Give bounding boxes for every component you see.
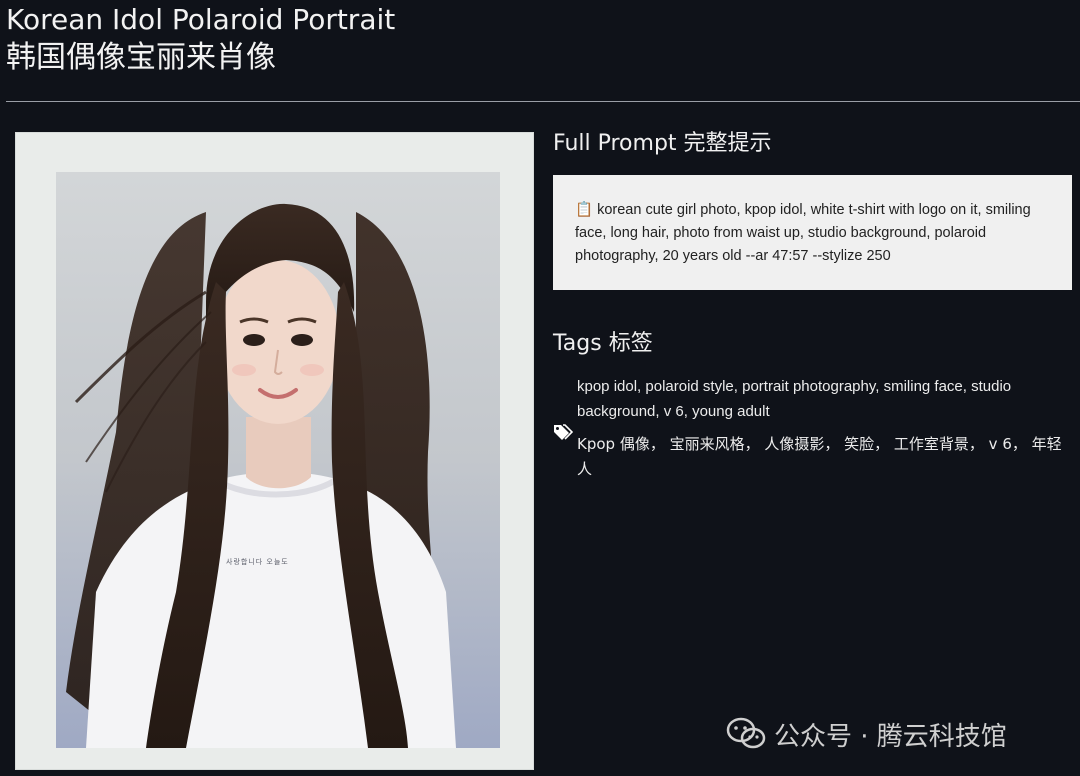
tag-icon bbox=[554, 424, 573, 440]
prompt-text-box[interactable]: 📋 korean cute girl photo, kpop idol, whi… bbox=[553, 175, 1072, 290]
header-divider bbox=[6, 101, 1080, 102]
shirt-print: 사랑합니다 오늘도 bbox=[226, 558, 289, 566]
portrait-illustration bbox=[56, 172, 500, 748]
watermark-text: 公众号 · 腾云科技馆 bbox=[774, 721, 1007, 752]
page-title: Korean Idol Polaroid Portrait bbox=[6, 3, 396, 36]
polaroid-image[interactable]: 사랑합니다 오늘도 bbox=[15, 132, 534, 770]
tags-english: kpop idol, polaroid style, portrait phot… bbox=[577, 378, 1012, 420]
prompt-heading: Full Prompt 完整提示 bbox=[553, 131, 772, 156]
watermark: 公众号 · 腾云科技馆 bbox=[726, 712, 1007, 756]
page-subtitle: 韩国偶像宝丽来肖像 bbox=[6, 40, 276, 75]
portrait-photo: 사랑합니다 오늘도 bbox=[56, 172, 500, 748]
tags-heading: Tags 标签 bbox=[553, 331, 653, 356]
page-header: Korean Idol Polaroid Portrait 韩国偶像宝丽来肖像 bbox=[6, 2, 1080, 78]
tags-chinese: Kpop 偶像， 宝丽来风格， 人像摄影， 笑脸， 工作室背景， v 6， 年轻… bbox=[577, 435, 1062, 478]
prompt-section: Full Prompt 完整提示 bbox=[553, 128, 1073, 160]
wechat-icon bbox=[726, 717, 766, 749]
prompt-text: 📋 korean cute girl photo, kpop idol, whi… bbox=[575, 202, 1031, 264]
